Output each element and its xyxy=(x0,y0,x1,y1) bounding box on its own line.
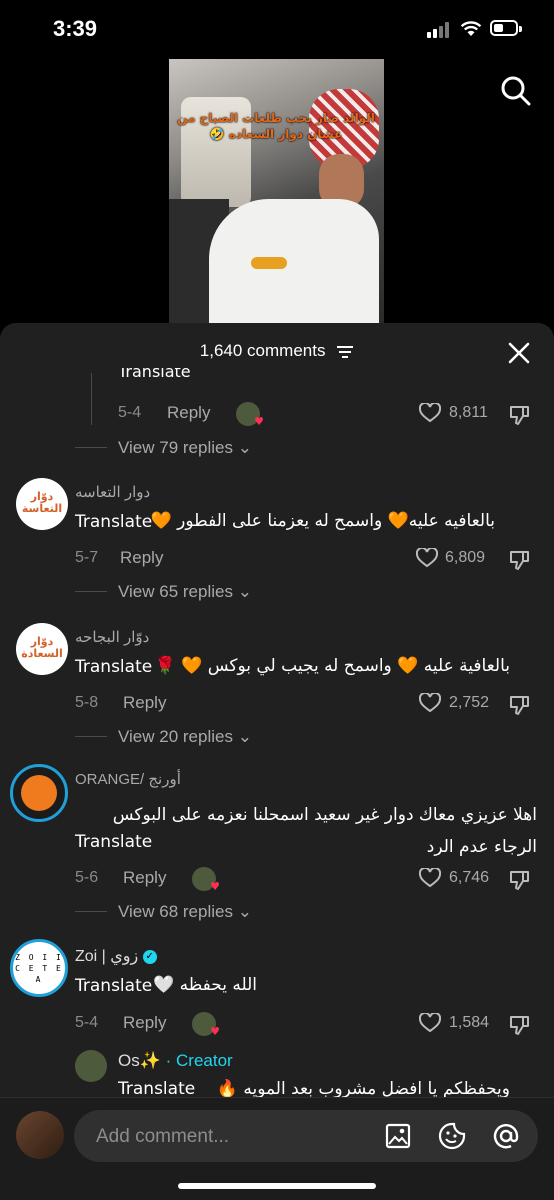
battery-icon xyxy=(490,20,522,36)
like-count: 6,746 xyxy=(449,869,490,886)
comment-author[interactable]: دوار التعاسه xyxy=(75,483,150,501)
translate-link[interactable]: Translate xyxy=(75,976,152,996)
comments-count: 1,640 comments xyxy=(199,341,326,360)
like-count: 8,811 xyxy=(449,404,488,421)
translate-link[interactable]: Translate xyxy=(118,368,191,381)
comments-header: 1,640 comments xyxy=(0,341,554,361)
chevron-down-icon: ⌄ xyxy=(237,438,252,457)
like-heart-icon[interactable] xyxy=(416,548,438,568)
verified-badge-icon: ✓ xyxy=(142,949,157,964)
view-replies-link[interactable]: View 68 replies ⌄ xyxy=(118,902,252,922)
my-avatar[interactable] xyxy=(16,1111,64,1159)
like-count: 2,752 xyxy=(449,694,490,711)
emoji-sticker-icon[interactable] xyxy=(438,1122,466,1150)
reply-button[interactable]: Reply xyxy=(123,868,166,888)
reply-button[interactable]: Reply xyxy=(167,403,210,423)
like-count: 1,584 xyxy=(449,1014,490,1031)
heart-badge-icon: ♥ xyxy=(210,1025,220,1038)
chevron-down-icon: ⌄ xyxy=(237,727,252,746)
comment-text: Translate ويحفظكم يا افضل مشروب بعد المو… xyxy=(118,1079,510,1097)
comment-input[interactable] xyxy=(94,1110,358,1164)
comment-composer xyxy=(0,1097,554,1200)
chevron-down-icon: ⌄ xyxy=(237,902,252,921)
comment-text: اهلا عزيزي معاك دوار غير سعيد اسمحلنا نع… xyxy=(112,805,537,857)
heart-badge-icon: ♥ xyxy=(210,880,220,893)
like-heart-icon[interactable] xyxy=(419,403,441,423)
comment-date: 5-4 xyxy=(75,1014,99,1031)
image-icon[interactable] xyxy=(385,1123,411,1149)
dislike-icon[interactable] xyxy=(508,869,530,891)
wifi-icon xyxy=(460,21,482,36)
avatar[interactable] xyxy=(10,764,68,822)
translate-link[interactable]: Translate xyxy=(75,657,152,677)
reply-button[interactable]: Reply xyxy=(123,1013,166,1033)
avatar[interactable]: Z O I I C E T E A xyxy=(10,939,68,997)
view-replies-link[interactable]: View 79 replies ⌄ xyxy=(118,438,252,458)
heart-badge-icon: ♥ xyxy=(254,415,264,428)
comment-date: 5-7 xyxy=(75,549,99,566)
like-heart-icon[interactable] xyxy=(419,693,441,713)
status-time: 3:39 xyxy=(53,16,98,41)
comment-author[interactable]: ORANGE/ أورنج xyxy=(75,770,181,788)
translate-link[interactable]: Translate xyxy=(118,1079,195,1097)
creator-label: · Creator xyxy=(165,1051,233,1070)
comment-author[interactable]: دوّار البجاحه xyxy=(75,628,149,646)
reply-button[interactable]: Reply xyxy=(120,548,163,568)
status-bar: 3:39 xyxy=(0,0,554,60)
reply-button[interactable]: Reply xyxy=(123,693,166,713)
like-heart-icon[interactable] xyxy=(419,868,441,888)
avatar[interactable]: دوّار التعاسة xyxy=(16,478,68,530)
avatar[interactable]: دوّار السعادة xyxy=(16,623,68,675)
creator-liked-avatar: ♥ xyxy=(236,402,264,428)
comment-date: 5-4 xyxy=(118,404,142,421)
dislike-icon[interactable] xyxy=(508,694,530,716)
creator-liked-avatar: ♥ xyxy=(192,1012,220,1038)
sort-filter-icon[interactable] xyxy=(336,345,354,359)
avatar[interactable] xyxy=(75,1050,107,1082)
view-replies-link[interactable]: View 65 replies ⌄ xyxy=(118,582,252,602)
cellular-signal-icon xyxy=(427,21,453,38)
translate-link[interactable]: Translate xyxy=(75,512,152,532)
video-preview[interactable] xyxy=(169,59,384,324)
home-indicator[interactable] xyxy=(178,1183,376,1189)
comment-author[interactable]: Zoi | زوي ✓ xyxy=(75,946,157,966)
video-caption: الوالد صار يحب طلعات الصباح من عشان دوار… xyxy=(177,111,375,141)
translate-link[interactable]: Translate xyxy=(75,832,152,852)
comment-date: 5-8 xyxy=(75,694,99,711)
comments-sheet: 1,640 comments Translate 5-4 Reply ♥ 8,8… xyxy=(0,323,554,1199)
dislike-icon[interactable] xyxy=(508,549,530,571)
view-replies-link[interactable]: View 20 replies ⌄ xyxy=(118,727,252,747)
dislike-icon[interactable] xyxy=(508,404,530,426)
like-heart-icon[interactable] xyxy=(419,1013,441,1033)
search-icon[interactable] xyxy=(500,75,532,107)
like-count: 6,809 xyxy=(445,549,486,566)
comment-date: 5-6 xyxy=(75,869,99,886)
creator-liked-avatar: ♥ xyxy=(192,867,220,893)
mention-icon[interactable] xyxy=(491,1121,521,1151)
comment-input-wrapper[interactable] xyxy=(74,1110,538,1164)
dislike-icon[interactable] xyxy=(508,1014,530,1036)
chevron-down-icon: ⌄ xyxy=(237,582,252,601)
comment-author[interactable]: Os✨ · Creator xyxy=(118,1051,233,1071)
close-icon[interactable] xyxy=(508,342,530,364)
